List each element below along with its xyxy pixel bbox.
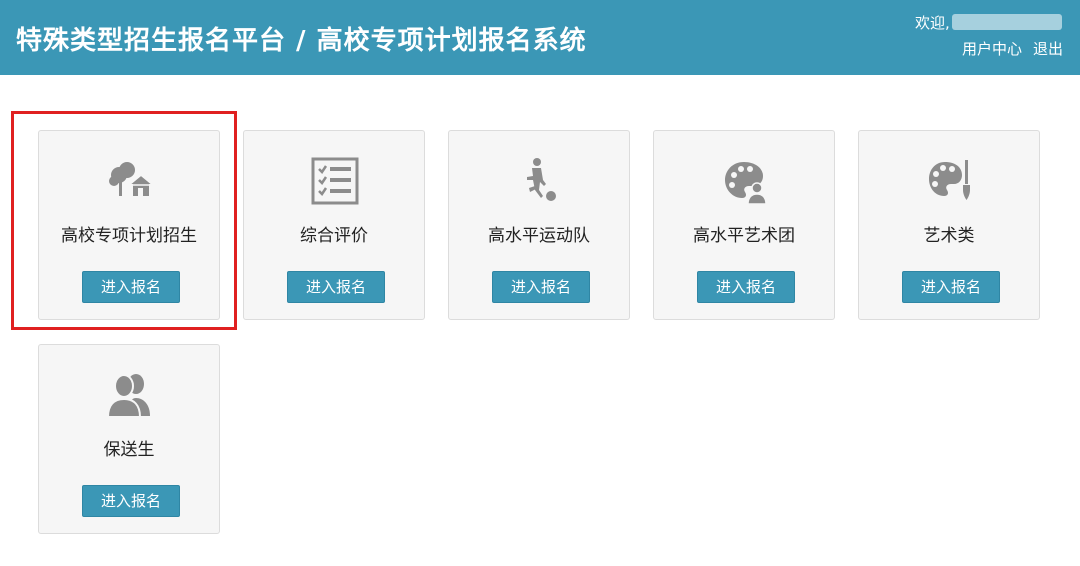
user-center-link[interactable]: 用户中心 bbox=[962, 38, 1022, 59]
card-label: 高水平艺术团 bbox=[693, 226, 795, 246]
card-label: 综合评价 bbox=[300, 226, 368, 246]
users-icon bbox=[106, 374, 150, 418]
enroll-button[interactable]: 进入报名 bbox=[82, 485, 180, 517]
soccer-player-icon bbox=[527, 158, 556, 201]
card-sports-team: 高水平运动队 进入报名 bbox=[448, 130, 630, 320]
username-redacted bbox=[952, 14, 1062, 30]
enroll-button[interactable]: 进入报名 bbox=[902, 271, 1000, 303]
logout-link[interactable]: 退出 bbox=[1033, 38, 1063, 59]
card-comprehensive: 综合评价 进入报名 bbox=[243, 130, 425, 320]
checklist-icon bbox=[311, 157, 359, 205]
enroll-button[interactable]: 进入报名 bbox=[492, 271, 590, 303]
card-art-troupe: 高水平艺术团 进入报名 bbox=[653, 130, 835, 320]
highlight-frame bbox=[11, 111, 237, 330]
top-header: 特殊类型招生报名平台 / 高校专项计划报名系统 欢迎, 用户中心 退出 bbox=[0, 0, 1080, 75]
enroll-button[interactable]: 进入报名 bbox=[697, 271, 795, 303]
card-arts: 艺术类 进入报名 bbox=[858, 130, 1040, 320]
card-label: 高水平运动队 bbox=[488, 226, 590, 246]
enroll-button[interactable]: 进入报名 bbox=[287, 271, 385, 303]
welcome-text: 欢迎, bbox=[915, 14, 950, 32]
card-recommended: 保送生 进入报名 bbox=[38, 344, 220, 534]
card-label: 保送生 bbox=[103, 440, 155, 460]
page-title: 特殊类型招生报名平台 / 高校专项计划报名系统 bbox=[16, 26, 587, 56]
card-label: 艺术类 bbox=[923, 226, 975, 246]
palette-person-icon bbox=[725, 162, 767, 205]
palette-brush-icon bbox=[929, 160, 970, 200]
